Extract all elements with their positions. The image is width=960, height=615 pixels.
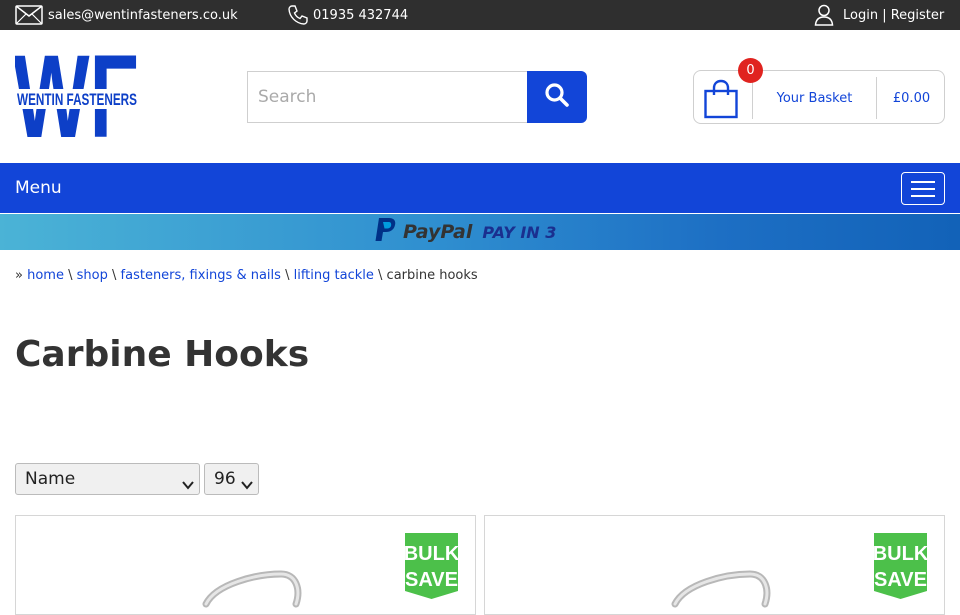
top-bar: sales@wentinfasteners.co.uk 01935 432744… (0, 0, 960, 30)
phone-link[interactable]: 01935 432744 (287, 0, 408, 30)
sort-by-value: Name (25, 469, 76, 489)
per-page-select[interactable]: 96 (204, 463, 259, 495)
nav-bar: Menu (0, 163, 960, 213)
phone-text: 01935 432744 (313, 7, 409, 23)
paypal-banner-content: PayPal PAY IN 3 (374, 214, 556, 250)
page-title: Carbine Hooks (15, 334, 310, 375)
envelope-icon (15, 5, 43, 25)
bulk-save-badge: BULK SAVE (404, 533, 460, 599)
breadcrumb-link-home[interactable]: home (27, 268, 64, 283)
hamburger-line (911, 180, 935, 183)
breadcrumb-separator: \ (68, 268, 73, 283)
account-link[interactable]: Login | Register (814, 0, 944, 30)
chevron-down-icon (241, 475, 253, 495)
basket-label[interactable]: Your Basket (753, 71, 876, 125)
user-icon (814, 4, 834, 26)
svg-text:BULK: BULK (405, 543, 458, 565)
breadcrumb-current: carbine hooks (386, 268, 478, 283)
account-text: Login | Register (843, 7, 945, 23)
paypal-pay-in-3-banner[interactable]: PayPal PAY IN 3 (0, 214, 960, 250)
basket-count-badge: 0 (738, 58, 763, 83)
carbine-hook-image[interactable] (196, 564, 316, 614)
email-text: sales@wentinfasteners.co.uk (48, 7, 238, 23)
hamburger-line (911, 194, 935, 197)
site-logo[interactable]: WF WENTIN FASTENERS (13, 31, 139, 163)
breadcrumb-separator: \ (112, 268, 117, 283)
paypal-logo-icon (374, 217, 398, 247)
breadcrumb-separator: \ (378, 268, 383, 283)
breadcrumb-separator: \ (285, 268, 290, 283)
paypal-tagline: PAY IN 3 (482, 222, 557, 242)
email-link[interactable]: sales@wentinfasteners.co.uk (15, 0, 238, 30)
paypal-brand: PayPal (403, 221, 473, 243)
breadcrumb-link-fasteners[interactable]: fasteners, fixings & nails (121, 268, 281, 283)
hamburger-menu-button[interactable] (901, 172, 945, 205)
sort-by-select[interactable]: Name (15, 463, 200, 495)
product-card[interactable]: BULK SAVE (15, 515, 476, 615)
breadcrumb-link-shop[interactable]: shop (77, 268, 108, 283)
logo-text: WENTIN FASTENERS (17, 90, 137, 109)
product-card[interactable]: BULK SAVE (484, 515, 945, 615)
search-placeholder: Search (258, 87, 317, 107)
shopping-bag-icon (704, 79, 738, 123)
hamburger-line (911, 187, 935, 190)
breadcrumb-link-lifting-tackle[interactable]: lifting tackle (294, 268, 374, 283)
menu-label[interactable]: Menu (15, 163, 62, 213)
svg-text:BULK: BULK (874, 543, 927, 565)
per-page-value: 96 (214, 469, 236, 489)
breadcrumb-prefix: » (15, 268, 23, 283)
site-header: WF WENTIN FASTENERS Search Your Basket £… (0, 30, 960, 163)
search-icon (544, 82, 570, 112)
search-button[interactable] (527, 71, 587, 123)
carbine-hook-image[interactable] (665, 564, 785, 614)
chevron-down-icon (182, 475, 194, 495)
phone-icon (287, 4, 309, 26)
search-input[interactable]: Search (247, 71, 528, 123)
breadcrumb: » home \ shop \ fasteners, fixings & nai… (15, 268, 478, 283)
basket-widget[interactable]: Your Basket £0.00 (693, 70, 945, 124)
basket-total[interactable]: £0.00 (877, 71, 946, 125)
svg-text:SAVE: SAVE (405, 569, 458, 591)
svg-text:SAVE: SAVE (874, 569, 927, 591)
bulk-save-badge: BULK SAVE (873, 533, 929, 599)
